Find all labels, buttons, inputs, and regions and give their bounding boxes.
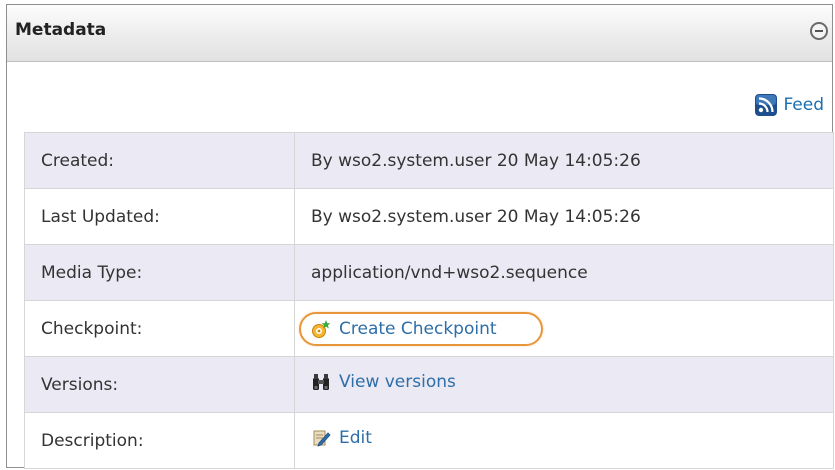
row-label: Description: <box>24 412 295 469</box>
edit-description-link[interactable]: Edit <box>311 428 372 448</box>
row-value: application/vnd+wso2.sequence <box>294 244 834 301</box>
row-value-cell: Create Checkpoint <box>294 300 834 357</box>
create-checkpoint-label: Create Checkpoint <box>339 318 497 339</box>
edit-label: Edit <box>339 428 372 448</box>
row-label: Created: <box>24 132 295 189</box>
checkpoint-highlight: Create Checkpoint <box>299 311 543 346</box>
row-label: Last Updated: <box>24 188 295 245</box>
table-row-created: Created: By wso2.system.user 20 May 14:0… <box>24 132 834 189</box>
rss-feed-icon <box>755 94 778 116</box>
view-versions-link[interactable]: View versions <box>311 372 456 392</box>
table-row-checkpoint: Checkpoint: Create Checkpoint <box>24 300 834 357</box>
create-checkpoint-link[interactable]: Create Checkpoint <box>311 319 497 339</box>
row-value-cell: Edit <box>294 412 834 469</box>
table-row-versions: Versions: View versions <box>24 356 834 413</box>
row-value: By wso2.system.user 20 May 14:05:26 <box>294 188 834 245</box>
row-value-cell: View versions <box>294 356 834 413</box>
metadata-panel: Metadata Feed Created: By wso2.system.us… <box>6 4 834 469</box>
table-row-last-updated: Last Updated: By wso2.system.user 20 May… <box>24 188 834 245</box>
binoculars-icon <box>313 374 329 390</box>
row-label: Checkpoint: <box>24 300 295 357</box>
metadata-table: Created: By wso2.system.user 20 May 14:0… <box>24 132 834 469</box>
table-row-description: Description: Edit <box>24 412 834 469</box>
edit-icon <box>313 430 331 447</box>
row-label: Versions: <box>24 356 295 413</box>
view-versions-label: View versions <box>339 372 456 392</box>
panel-header: Metadata <box>7 5 832 62</box>
table-row-media-type: Media Type: application/vnd+wso2.sequenc… <box>24 244 834 301</box>
feed-label: Feed <box>783 95 824 115</box>
collapse-icon[interactable] <box>810 22 828 40</box>
feed-link[interactable]: Feed <box>755 94 824 116</box>
row-label: Media Type: <box>24 244 295 301</box>
checkpoint-icon <box>312 319 331 338</box>
row-value: By wso2.system.user 20 May 14:05:26 <box>294 132 834 189</box>
panel-title: Metadata <box>15 20 107 40</box>
